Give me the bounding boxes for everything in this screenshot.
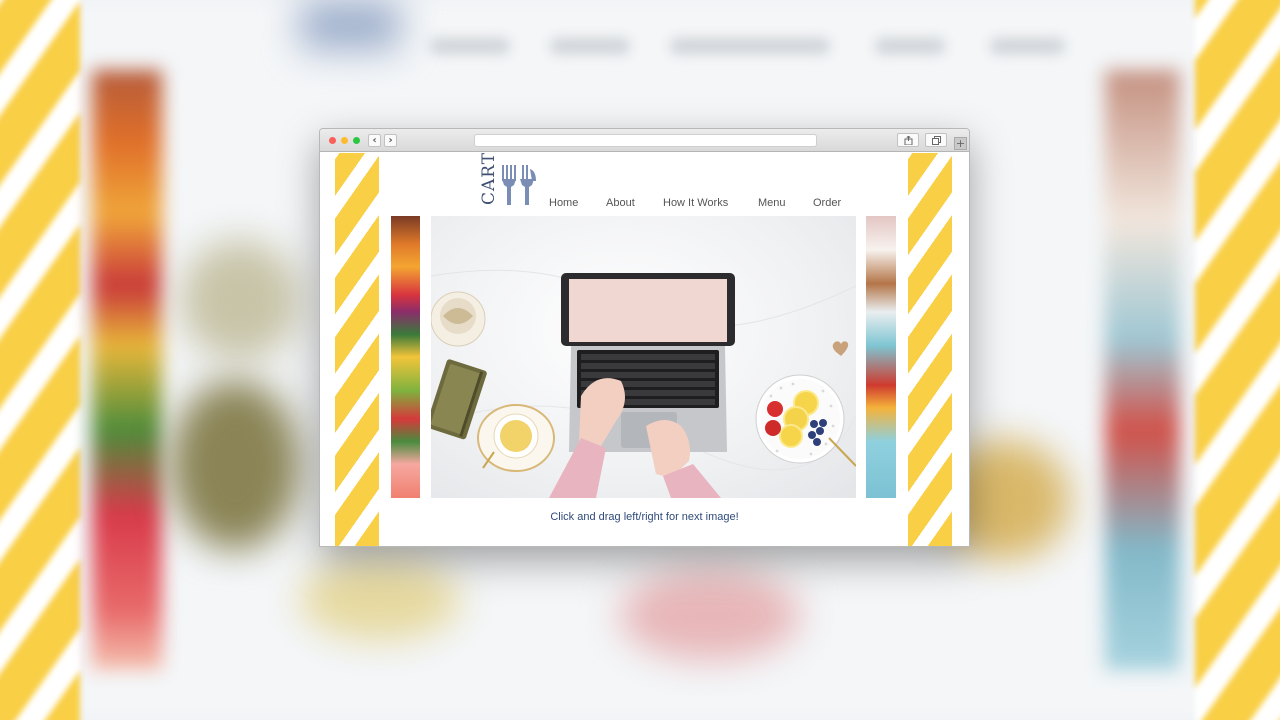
hero-photo	[431, 269, 856, 498]
close-window-button[interactable]	[329, 137, 336, 144]
carousel-hint: Click and drag left/right for next image…	[550, 511, 739, 523]
backdrop-nav-item	[990, 38, 1065, 54]
decorative-stripe-left	[335, 153, 379, 546]
browser-window: ‹ › + CART Home About How It Works Menu …	[319, 128, 970, 547]
backdrop-nav-item	[875, 38, 945, 54]
backdrop-nav-item	[430, 38, 510, 54]
decorative-stripe-right	[908, 153, 952, 546]
backdrop-blob	[620, 570, 800, 660]
fork-logo-icon	[502, 165, 536, 205]
backdrop-blob	[300, 560, 460, 640]
new-tab-button[interactable]: +	[954, 137, 967, 150]
forward-button[interactable]: ›	[384, 134, 397, 147]
address-bar[interactable]	[474, 134, 817, 147]
site-logo[interactable]: CART	[479, 153, 540, 209]
backdrop-logo	[300, 0, 400, 50]
nav-item-menu[interactable]: Menu	[758, 196, 786, 210]
previous-slide-image[interactable]	[391, 216, 420, 498]
backdrop-stripe-right	[1195, 0, 1280, 720]
web-page: CART Home About How It Works Menu Order …	[320, 153, 969, 546]
backdrop-blob	[180, 240, 300, 360]
backdrop-nav-item	[550, 38, 630, 54]
nav-item-home[interactable]: Home	[549, 196, 578, 210]
tabs-overview-button[interactable]	[925, 133, 947, 147]
backdrop-fruit-strip	[92, 70, 162, 670]
browser-toolbar: ‹ › +	[320, 129, 969, 152]
tabs-icon	[932, 136, 941, 145]
next-slide-image[interactable]	[866, 216, 896, 498]
backdrop-blob	[170, 380, 300, 550]
share-icon	[904, 136, 913, 145]
backdrop-nav-item	[670, 38, 830, 54]
minimize-window-button[interactable]	[341, 137, 348, 144]
share-button[interactable]	[897, 133, 919, 147]
nav-item-about[interactable]: About	[606, 196, 635, 210]
hero-slide-image[interactable]	[431, 216, 856, 498]
backdrop-stripe-left	[0, 0, 80, 720]
back-button[interactable]: ‹	[368, 134, 381, 147]
zoom-window-button[interactable]	[353, 137, 360, 144]
backdrop-plate-strip	[1105, 70, 1180, 670]
nav-item-order[interactable]: Order	[813, 196, 841, 210]
logo-text: CART	[479, 153, 499, 205]
nav-item-how-it-works[interactable]: How It Works	[663, 196, 728, 210]
